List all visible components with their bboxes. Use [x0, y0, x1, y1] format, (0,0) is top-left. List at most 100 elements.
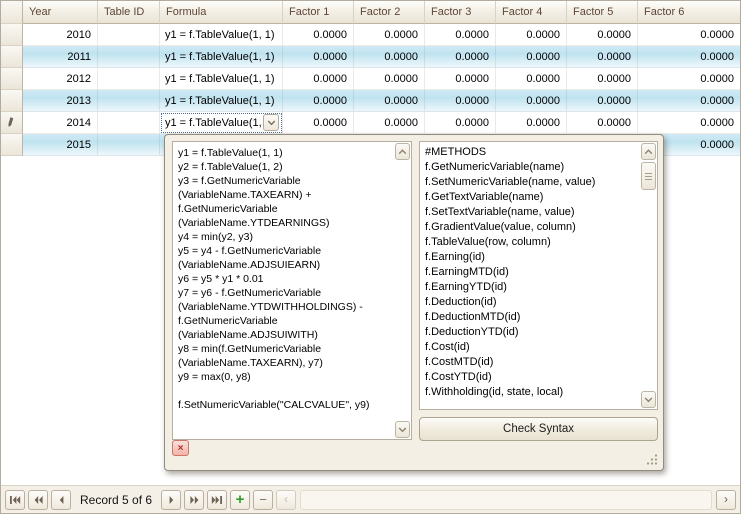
cell-factor5[interactable]: 0.0000 — [567, 24, 638, 46]
close-button[interactable]: × — [172, 440, 189, 456]
cell-factor3[interactable]: 0.0000 — [425, 112, 496, 134]
row-indicator[interactable] — [1, 134, 23, 156]
previous-record-button[interactable] — [51, 490, 71, 510]
cell-factor2[interactable]: 0.0000 — [354, 68, 425, 90]
method-item[interactable]: f.GetTextVariable(name) — [425, 190, 638, 205]
methods-list-scrollbar[interactable] — [640, 143, 656, 408]
column-header-factor3[interactable]: Factor 3 — [425, 1, 496, 24]
cell-factor3[interactable]: 0.0000 — [425, 46, 496, 68]
method-item[interactable]: f.GradientValue(value, column) — [425, 220, 638, 235]
cell-factor5[interactable]: 0.0000 — [567, 46, 638, 68]
method-item[interactable]: f.EarningMTD(id) — [425, 265, 638, 280]
cell-factor6[interactable]: 0.0000 — [638, 46, 740, 68]
formula-code-editor[interactable]: y1 = f.TableValue(1, 1) y2 = f.TableValu… — [172, 141, 412, 440]
cell-year[interactable]: 2010 — [23, 24, 98, 46]
append-record-button[interactable]: + — [230, 490, 250, 510]
method-item[interactable]: f.Cost(id) — [425, 340, 638, 355]
cell-factor4[interactable]: 0.0000 — [496, 68, 567, 90]
cell-factor6[interactable]: 0.0000 — [638, 112, 740, 134]
scroll-down-button[interactable] — [641, 391, 656, 408]
cell-table-id[interactable] — [98, 24, 160, 46]
next-page-button[interactable] — [184, 490, 204, 510]
delete-record-button[interactable]: − — [253, 490, 273, 510]
cell-year[interactable]: 2011 — [23, 46, 98, 68]
resize-grip-icon[interactable] — [646, 453, 658, 465]
cell-factor4[interactable]: 0.0000 — [496, 112, 567, 134]
cell-factor4[interactable]: 0.0000 — [496, 24, 567, 46]
cell-factor1[interactable]: 0.0000 — [283, 68, 354, 90]
cell-factor5[interactable]: 0.0000 — [567, 112, 638, 134]
method-item[interactable]: f.TableValue(row, column) — [425, 235, 638, 250]
cell-factor6[interactable]: 0.0000 — [638, 24, 740, 46]
cell-factor1[interactable]: 0.0000 — [283, 24, 354, 46]
scrollbar-thumb[interactable] — [641, 162, 656, 190]
cell-year[interactable]: 2013 — [23, 90, 98, 112]
row-indicator[interactable] — [1, 90, 23, 112]
code-editor-scrollbar[interactable] — [394, 143, 410, 438]
cell-table-id[interactable] — [98, 68, 160, 90]
cell-factor5[interactable]: 0.0000 — [567, 68, 638, 90]
cell-formula[interactable]: y1 = f.TableValue(1, 1) — [160, 68, 283, 90]
cell-factor5[interactable]: 0.0000 — [567, 90, 638, 112]
cell-factor3[interactable]: 0.0000 — [425, 24, 496, 46]
row-indicator[interactable] — [1, 46, 23, 68]
column-header-tableid[interactable]: Table ID — [98, 1, 160, 24]
method-item[interactable]: f.SetTextVariable(name, value) — [425, 205, 638, 220]
column-header-formula[interactable]: Formula — [160, 1, 283, 24]
cell-factor2[interactable]: 0.0000 — [354, 112, 425, 134]
cell-year[interactable]: 2015 — [23, 134, 98, 156]
first-record-button[interactable] — [5, 490, 25, 510]
cell-formula[interactable]: y1 = f.TableValue(1, 1) — [160, 90, 283, 112]
formula-edit-cell[interactable]: y1 = f.TableValue(1, — [160, 112, 283, 134]
cell-year[interactable]: 2014 — [23, 112, 98, 134]
cell-table-id[interactable] — [98, 134, 160, 156]
cell-factor6[interactable]: 0.0000 — [638, 90, 740, 112]
scroll-up-button[interactable] — [395, 143, 410, 160]
method-item[interactable]: f.DeductionMTD(id) — [425, 310, 638, 325]
check-syntax-button[interactable]: Check Syntax — [419, 417, 658, 441]
column-header-factor2[interactable]: Factor 2 — [354, 1, 425, 24]
cell-factor4[interactable]: 0.0000 — [496, 90, 567, 112]
formula-dropdown-button[interactable] — [263, 114, 279, 131]
next-record-button[interactable] — [161, 490, 181, 510]
method-item[interactable]: f.Earning(id) — [425, 250, 638, 265]
last-record-button[interactable] — [207, 490, 227, 510]
scroll-up-button[interactable] — [641, 143, 656, 160]
column-header-year[interactable]: Year — [23, 1, 98, 24]
cell-year[interactable]: 2012 — [23, 68, 98, 90]
cell-formula[interactable]: y1 = f.TableValue(1, 1) — [160, 46, 283, 68]
cell-factor1[interactable]: 0.0000 — [283, 46, 354, 68]
column-header-factor5[interactable]: Factor 5 — [567, 1, 638, 24]
scroll-down-button[interactable] — [395, 421, 410, 438]
cell-formula[interactable]: y1 = f.TableValue(1, 1) — [160, 24, 283, 46]
cell-factor3[interactable]: 0.0000 — [425, 90, 496, 112]
horizontal-scrollbar-thumb[interactable] — [300, 490, 712, 510]
column-header-factor6[interactable]: Factor 6 — [638, 1, 740, 24]
cell-factor2[interactable]: 0.0000 — [354, 46, 425, 68]
row-edit-indicator[interactable] — [1, 112, 23, 134]
method-item[interactable]: f.DeductionYTD(id) — [425, 325, 638, 340]
grid-corner-cell[interactable] — [1, 1, 23, 24]
row-indicator[interactable] — [1, 24, 23, 46]
method-item[interactable]: f.Withholding(id, state, local) — [425, 385, 638, 400]
cell-factor3[interactable]: 0.0000 — [425, 68, 496, 90]
method-item[interactable]: #METHODS — [425, 145, 638, 160]
previous-page-button[interactable] — [28, 490, 48, 510]
scroll-right-button[interactable]: › — [716, 490, 736, 510]
cell-factor1[interactable]: 0.0000 — [283, 112, 354, 134]
cell-factor2[interactable]: 0.0000 — [354, 90, 425, 112]
cell-factor2[interactable]: 0.0000 — [354, 24, 425, 46]
cell-table-id[interactable] — [98, 46, 160, 68]
method-item[interactable]: f.CostYTD(id) — [425, 370, 638, 385]
scroll-left-button[interactable]: ‹ — [276, 490, 296, 510]
column-header-factor4[interactable]: Factor 4 — [496, 1, 567, 24]
cell-factor4[interactable]: 0.0000 — [496, 46, 567, 68]
cell-factor1[interactable]: 0.0000 — [283, 90, 354, 112]
column-header-factor1[interactable]: Factor 1 — [283, 1, 354, 24]
method-item[interactable]: f.GetNumericVariable(name) — [425, 160, 638, 175]
method-item[interactable]: f.Deduction(id) — [425, 295, 638, 310]
method-item[interactable]: f.CostMTD(id) — [425, 355, 638, 370]
cell-table-id[interactable] — [98, 112, 160, 134]
row-indicator[interactable] — [1, 68, 23, 90]
method-item[interactable]: f.EarningYTD(id) — [425, 280, 638, 295]
